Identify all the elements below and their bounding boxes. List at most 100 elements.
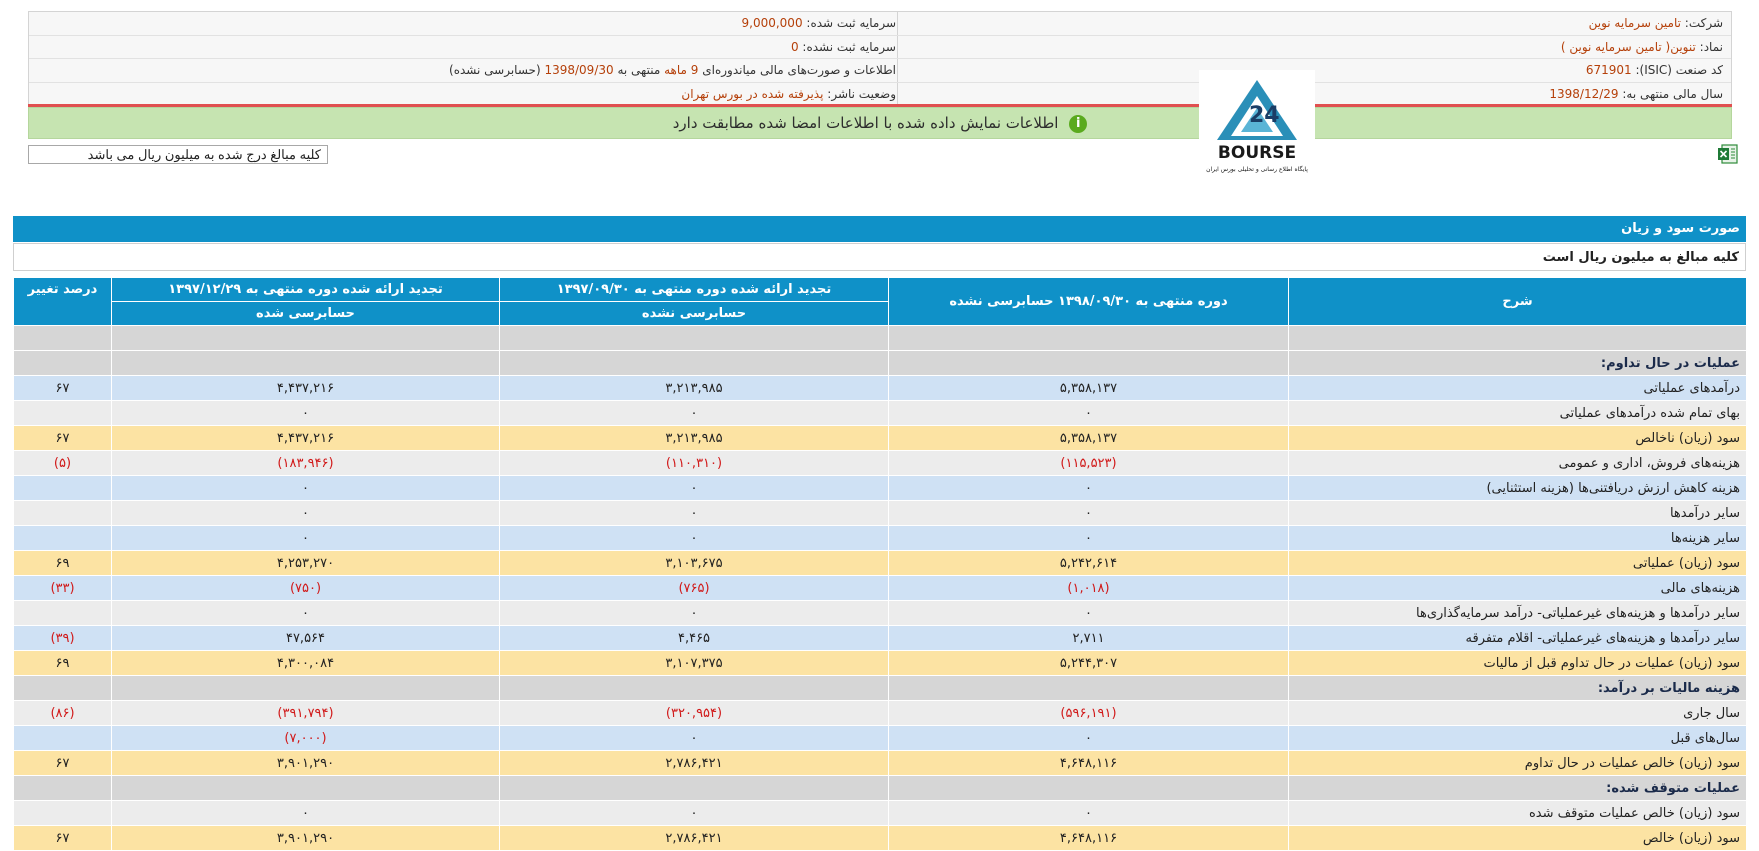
cell-period-1397-09-30: (۱۱۰,۳۱۰) <box>499 450 889 476</box>
cell-period-1398-09-30: (۱۱۵,۵۲۳) <box>888 450 1289 476</box>
table-row: سال جاری (۵۹۶,۱۹۱) (۳۲۰,۹۵۴) (۳۹۱,۷۹۴) (۸۶) <box>13 700 1747 726</box>
row-description: هزینه کاهش ارزش دریافتنی‌ها (هزینه استثن… <box>1288 475 1747 501</box>
cell-period-1397-12-29: ۴,۲۵۳,۲۷۰ <box>111 550 500 576</box>
report-info-field: اطلاعات و صورت‌های مالی میاندوره‌ای 9 ما… <box>449 63 896 77</box>
cell-period-1397-09-30: ۲,۷۸۶,۴۲۱ <box>499 750 889 776</box>
cell-period-1397-09-30: ۴,۴۶۵ <box>499 625 889 651</box>
cell-period-1397-09-30 <box>499 775 889 801</box>
registered-capital-label: سرمایه ثبت شده: <box>806 16 896 30</box>
cell-period-1398-09-30: ۰ <box>888 400 1289 426</box>
cell-period-1397-12-29: (۱۸۳,۹۴۶) <box>111 450 500 476</box>
cell-period-1397-12-29: ۰ <box>111 475 500 501</box>
cell-period-1397-09-30: (۳۲۰,۹۵۴) <box>499 700 889 726</box>
section-row: عملیات در حال تداوم: <box>13 350 1747 376</box>
income-statement-section: صورت سود و زیان کلیه مبالغ به میلیون ریا… <box>13 216 1747 851</box>
row-description: سایر درآمدها و هزینه‌های غیرعملیاتی- اقل… <box>1288 625 1747 651</box>
row-description: سود (زیان) خالص <box>1288 825 1747 851</box>
fiscal-label: سال مالی منتهی به: <box>1622 86 1723 101</box>
cell-period-1397-12-29 <box>111 350 500 376</box>
cell-change-percent <box>13 525 112 551</box>
info-row-symbol: نماد: تنوین( تامین سرمایه نوین ) سرمایه … <box>29 36 1731 59</box>
table-row: سایر هزینه‌ها ۰ ۰ ۰ <box>13 525 1747 551</box>
cell-period-1397-09-30: ۰ <box>499 725 889 751</box>
row-description: سود (زیان) عملیاتی <box>1288 550 1747 576</box>
unregistered-capital-field: سرمایه ثبت نشده: 0 <box>791 40 896 54</box>
publisher-status-label: وضعیت ناشر: <box>827 86 896 101</box>
info-icon: i <box>1069 114 1088 133</box>
row-description: سایر هزینه‌ها <box>1288 525 1747 551</box>
row-description: سود (زیان) عملیات در حال تداوم قبل از ما… <box>1288 650 1747 676</box>
cell-change-percent: ۶۹ <box>13 550 112 576</box>
cell-period-1397-09-30 <box>499 350 889 376</box>
verification-notice: i اطلاعات نمایش داده شده با اطلاعات امضا… <box>28 107 1732 139</box>
report-date: 1398/09/30 <box>544 63 614 77</box>
cell-period-1397-12-29 <box>111 675 500 701</box>
cell-period-1398-09-30: ۰ <box>888 800 1289 826</box>
unit-note-input[interactable] <box>28 145 328 164</box>
cell-change-percent <box>13 350 112 376</box>
isic-label: کد صنعت (ISIC): <box>1635 63 1723 77</box>
registered-capital-field: سرمایه ثبت شده: 9,000,000 <box>742 16 897 30</box>
cell-change-percent: (۳۳) <box>13 575 112 601</box>
table-row: هزینه‌های مالی (۱,۰۱۸) (۷۶۵) (۷۵۰) (۳۳) <box>13 575 1747 601</box>
cell-period-1397-09-30: ۳,۲۱۳,۹۸۵ <box>499 425 889 451</box>
cell-period-1397-12-29: ۰ <box>111 400 500 426</box>
cell-change-percent: (۵) <box>13 450 112 476</box>
bourse24-logo[interactable]: 24 BOURSE پایگاه اطلاع رسانی و تحلیلی بو… <box>1199 70 1315 178</box>
row-description: سود (زیان) خالص عملیات متوقف شده <box>1288 800 1747 826</box>
row-description: سایر درآمدها <box>1288 500 1747 526</box>
table-row: سایر درآمدها و هزینه‌های غیرعملیاتی- درآ… <box>13 600 1747 626</box>
table-row: سود (زیان) خالص عملیات متوقف شده ۰ ۰ ۰ <box>13 800 1747 826</box>
fiscal-value: 1398/12/29 <box>1549 86 1619 101</box>
cell-period-1397-09-30: ۰ <box>499 400 889 426</box>
row-description: عملیات متوقف شده: <box>1288 775 1747 801</box>
table-row: سایر درآمدها ۰ ۰ ۰ <box>13 500 1747 526</box>
row-description <box>1288 325 1747 351</box>
isic-value: 671901 <box>1585 63 1632 77</box>
cell-period-1398-09-30 <box>888 775 1289 801</box>
row-description: سود (زیان) ناخالص <box>1288 425 1747 451</box>
cell-period-1397-09-30: ۰ <box>499 500 889 526</box>
cell-period-1397-09-30: ۳,۱۰۳,۶۷۵ <box>499 550 889 576</box>
cell-period-1398-09-30: ۵,۲۴۴,۳۰۷ <box>888 650 1289 676</box>
row-description: سال‌های قبل <box>1288 725 1747 751</box>
cell-period-1397-09-30: ۳,۱۰۷,۳۷۵ <box>499 650 889 676</box>
publisher-status-value: پذیرفته شده در بورس تهران <box>681 86 824 101</box>
cell-period-1397-12-29: ۴,۴۳۷,۲۱۶ <box>111 375 500 401</box>
header-change: درصد تغییر <box>13 277 112 326</box>
cell-change-percent <box>13 400 112 426</box>
bourse24-logo-graphic: 24 BOURSE پایگاه اطلاع رسانی و تحلیلی بو… <box>1206 80 1308 173</box>
cell-change-percent: (۸۶) <box>13 700 112 726</box>
symbol-link[interactable]: تنوین( تامین سرمایه نوین ) <box>1561 40 1696 54</box>
excel-export-icon[interactable] <box>1717 143 1739 165</box>
cell-period-1398-09-30: ۵,۳۵۸,۱۳۷ <box>888 375 1289 401</box>
cell-change-percent <box>13 475 112 501</box>
cell-period-1397-12-29: (۷۵۰) <box>111 575 500 601</box>
cell-period-1398-09-30: ۴,۶۴۸,۱۱۶ <box>888 750 1289 776</box>
table-row: سود (زیان) خالص عملیات در حال تداوم ۴,۶۴۸… <box>13 750 1747 776</box>
company-field: شرکت: تامین سرمایه نوین <box>1589 16 1723 30</box>
table-row: سال‌های قبل ۰ ۰ (۷,۰۰۰) <box>13 725 1747 751</box>
header-col2: تجدید ارائه شده دوره منتهی به ۱۳۹۷/۰۹/۳۰ <box>499 277 889 302</box>
section-row <box>13 325 1747 351</box>
cell-period-1397-12-29: ۴۷,۵۶۴ <box>111 625 500 651</box>
header-col3: تجدید ارائه شده دوره منتهی به ۱۳۹۷/۱۲/۲۹ <box>111 277 500 302</box>
cell-change-percent <box>13 725 112 751</box>
cell-change-percent: ۶۷ <box>13 750 112 776</box>
cell-period-1397-12-29: (۳۹۱,۷۹۴) <box>111 700 500 726</box>
logo-number: 24 <box>1249 103 1280 128</box>
income-statement-table: شرح دوره منتهی به ۱۳۹۸/۰۹/۳۰ حسابرسی نشد… <box>13 277 1747 851</box>
cell-period-1398-09-30: ۰ <box>888 475 1289 501</box>
logo-text: BOURSE <box>1218 143 1296 163</box>
cell-period-1397-09-30: (۷۶۵) <box>499 575 889 601</box>
company-info-panel: شرکت: تامین سرمایه نوین سرمایه ثبت شده: … <box>28 11 1732 106</box>
cell-period-1398-09-30: ۰ <box>888 600 1289 626</box>
registered-capital-value: 9,000,000 <box>741 16 803 30</box>
cell-period-1398-09-30: ۴,۶۴۸,۱۱۶ <box>888 825 1289 851</box>
table-row: درآمدهای عملیاتی ۵,۳۵۸,۱۳۷ ۳,۲۱۳,۹۸۵ ۴,۴۳۷,… <box>13 375 1747 401</box>
unregistered-capital-value: 0 <box>790 39 799 54</box>
row-description: هزینه مالیات بر درآمد: <box>1288 675 1747 701</box>
cell-period-1398-09-30: ۰ <box>888 525 1289 551</box>
notice-text: اطلاعات نمایش داده شده با اطلاعات امضا ش… <box>672 114 1059 132</box>
cell-change-percent <box>13 775 112 801</box>
